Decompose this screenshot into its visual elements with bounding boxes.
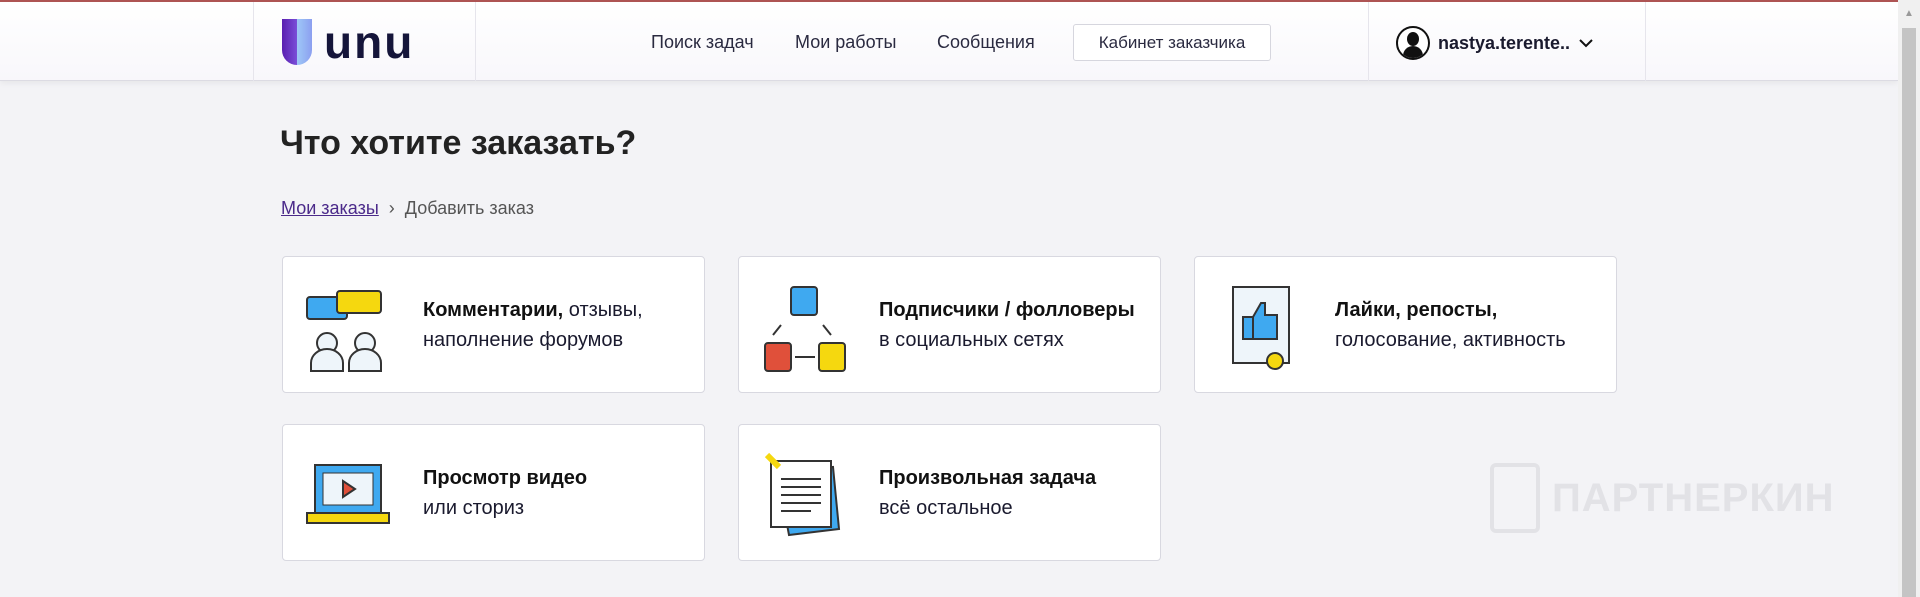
breadcrumb-current: Добавить заказ — [404, 198, 534, 218]
watermark-text: ПАРТНЕРКИН — [1552, 475, 1835, 520]
breadcrumb: Мои заказы › Добавить заказ — [281, 198, 534, 219]
card-subtitle: наполнение форумов — [423, 329, 624, 351]
divider — [1368, 2, 1369, 81]
header: unu Поиск задач Мои работы Сообщения Каб… — [0, 2, 1898, 81]
nav-messages[interactable]: Сообщения — [937, 32, 1035, 53]
watermark-logo-icon — [1490, 463, 1540, 533]
card-comments[interactable]: Комментарии, отзывы, наполнение форумов — [282, 256, 705, 393]
logo-text: unu — [324, 16, 415, 68]
card-subtitle: всё остальное — [879, 497, 1013, 519]
logo-icon — [282, 19, 312, 65]
avatar-icon — [1396, 26, 1430, 60]
scroll-up-icon[interactable]: ▲ — [1904, 8, 1914, 19]
logo[interactable]: unu — [282, 19, 414, 65]
page-title: Что хотите заказать? — [280, 124, 637, 162]
breadcrumb-my-orders[interactable]: Мои заказы — [281, 198, 379, 219]
divider — [1645, 2, 1646, 81]
username: nastya.terente.. — [1438, 32, 1571, 53]
card-custom-task[interactable]: Произвольная задача всё остальное — [738, 424, 1161, 561]
nav-my-works[interactable]: Мои работы — [795, 32, 896, 53]
card-followers[interactable]: Подписчики / фолловеры в социальных сетях — [738, 256, 1161, 393]
customer-cabinet-button[interactable]: Кабинет заказчика — [1073, 24, 1271, 61]
breadcrumb-separator-icon: › — [388, 198, 395, 218]
likes-icon — [1232, 286, 1290, 370]
chevron-down-icon — [1579, 39, 1593, 48]
scrollbar-thumb[interactable] — [1902, 28, 1916, 597]
card-subtitle: в социальных сетях — [879, 329, 1064, 351]
card-title: Просмотр видео — [423, 467, 588, 489]
document-icon — [764, 452, 841, 537]
video-icon — [306, 464, 390, 524]
user-menu[interactable]: nastya.terente.. — [1396, 26, 1594, 60]
watermark: ПАРТНЕРКИН — [1490, 463, 1835, 533]
nav-find-tasks[interactable]: Поиск задач — [651, 32, 754, 53]
card-title: Комментарии, — [423, 299, 564, 321]
scrollbar[interactable]: ▲ — [1898, 0, 1920, 597]
card-title-rest: отзывы, — [563, 299, 643, 321]
card-title: Произвольная задача — [879, 467, 1097, 489]
followers-icon — [764, 286, 846, 372]
comments-icon — [306, 290, 382, 372]
card-title: Лайки, репосты, — [1335, 299, 1498, 321]
card-subtitle: или сториз — [423, 497, 525, 519]
divider — [475, 2, 476, 81]
card-title: Подписчики / фолловеры — [879, 299, 1135, 321]
card-likes[interactable]: Лайки, репосты, голосование, активность — [1194, 256, 1617, 393]
card-video[interactable]: Просмотр видео или сториз — [282, 424, 705, 561]
divider — [253, 2, 254, 81]
card-subtitle: голосование, активность — [1335, 329, 1566, 351]
